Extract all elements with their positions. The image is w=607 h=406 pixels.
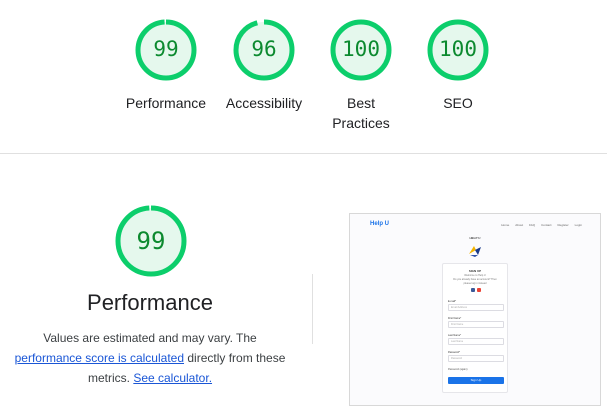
- gauge-best-practices[interactable]: 100 Best Practices: [329, 18, 393, 138]
- thumb-field-input: First Name: [448, 321, 504, 328]
- thumb-field: Last Name* Last Name: [448, 334, 504, 345]
- gauge-score: 100: [439, 37, 477, 61]
- thumb-logo-icon: [469, 246, 481, 257]
- thumb-nav-link: Register: [557, 223, 569, 227]
- thumb-field: E-mail* Email Address: [448, 300, 504, 311]
- performance-title: Performance: [87, 290, 213, 315]
- performance-description: Values are estimated and may vary. The p…: [0, 328, 300, 388]
- gauge-score: 96: [251, 37, 277, 61]
- section-divider: [0, 153, 607, 154]
- thumb-brand: Help U: [370, 221, 390, 227]
- gauge-accessibility[interactable]: 96 Accessibility: [226, 18, 302, 138]
- gauge-label: SEO: [398, 93, 518, 113]
- thumb-field-input: Last Name: [448, 338, 504, 345]
- thumb-nav-link: Contact: [541, 223, 552, 227]
- gauge-performance[interactable]: 99 Performance: [126, 18, 206, 138]
- thumb-field: Password* Password: [448, 351, 504, 362]
- facebook-icon: [471, 288, 475, 292]
- thumb-field-label: Password*: [448, 351, 460, 354]
- thumb-heading: HELP U: [469, 236, 481, 240]
- thumb-card-sub-3: please log in instead: [463, 282, 487, 285]
- thumb-nav-links: Home About FAQ Contact Register Login: [501, 223, 582, 227]
- thumb-nav-link: Login: [574, 223, 582, 227]
- gauge-score: 100: [342, 37, 380, 61]
- thumb-field-label: E-mail*: [448, 300, 457, 303]
- vertical-divider: [312, 274, 313, 344]
- thumb-nav-link: FAQ: [529, 223, 536, 227]
- final-screenshot[interactable]: Help U Home About FAQ Contact Register Login …: [349, 213, 601, 406]
- gauge-label-line: SEO: [443, 95, 473, 111]
- thumb-field-label: Last Name*: [448, 334, 462, 337]
- performance-large-score: 99: [136, 227, 166, 255]
- thumb-signup-button: Sign Up: [448, 377, 504, 384]
- google-icon: [477, 288, 481, 292]
- thumb-field-input: Password: [448, 355, 504, 362]
- thumb-card-sub: Welcome to Help U Do you already have an…: [443, 274, 507, 286]
- gauge-label-line: Practices: [332, 115, 390, 131]
- performance-score-link[interactable]: performance score is calculated: [15, 351, 184, 365]
- thumb-social-icons: [471, 288, 481, 292]
- see-calculator-link[interactable]: See calculator.: [133, 371, 212, 385]
- performance-gauge-large: 99: [114, 204, 188, 278]
- gauge-score: 99: [153, 37, 179, 61]
- thumb-signup-card: SIGN UP Welcome to Help U Do you already…: [442, 263, 508, 393]
- gauge-seo[interactable]: 100 SEO: [426, 18, 490, 138]
- thumb-password-again: Password (again): [448, 368, 468, 371]
- thumb-card-title: SIGN UP: [468, 269, 482, 273]
- thumb-field: First Name* First Name: [448, 317, 504, 328]
- thumb-field-label: First Name*: [448, 317, 462, 320]
- thumb-nav-link: About: [515, 223, 524, 227]
- thumb-nav-link: Home: [501, 223, 510, 227]
- thumb-field-input: Email Address: [448, 304, 504, 311]
- desc-prefix: Values are estimated and may vary. The: [43, 331, 257, 345]
